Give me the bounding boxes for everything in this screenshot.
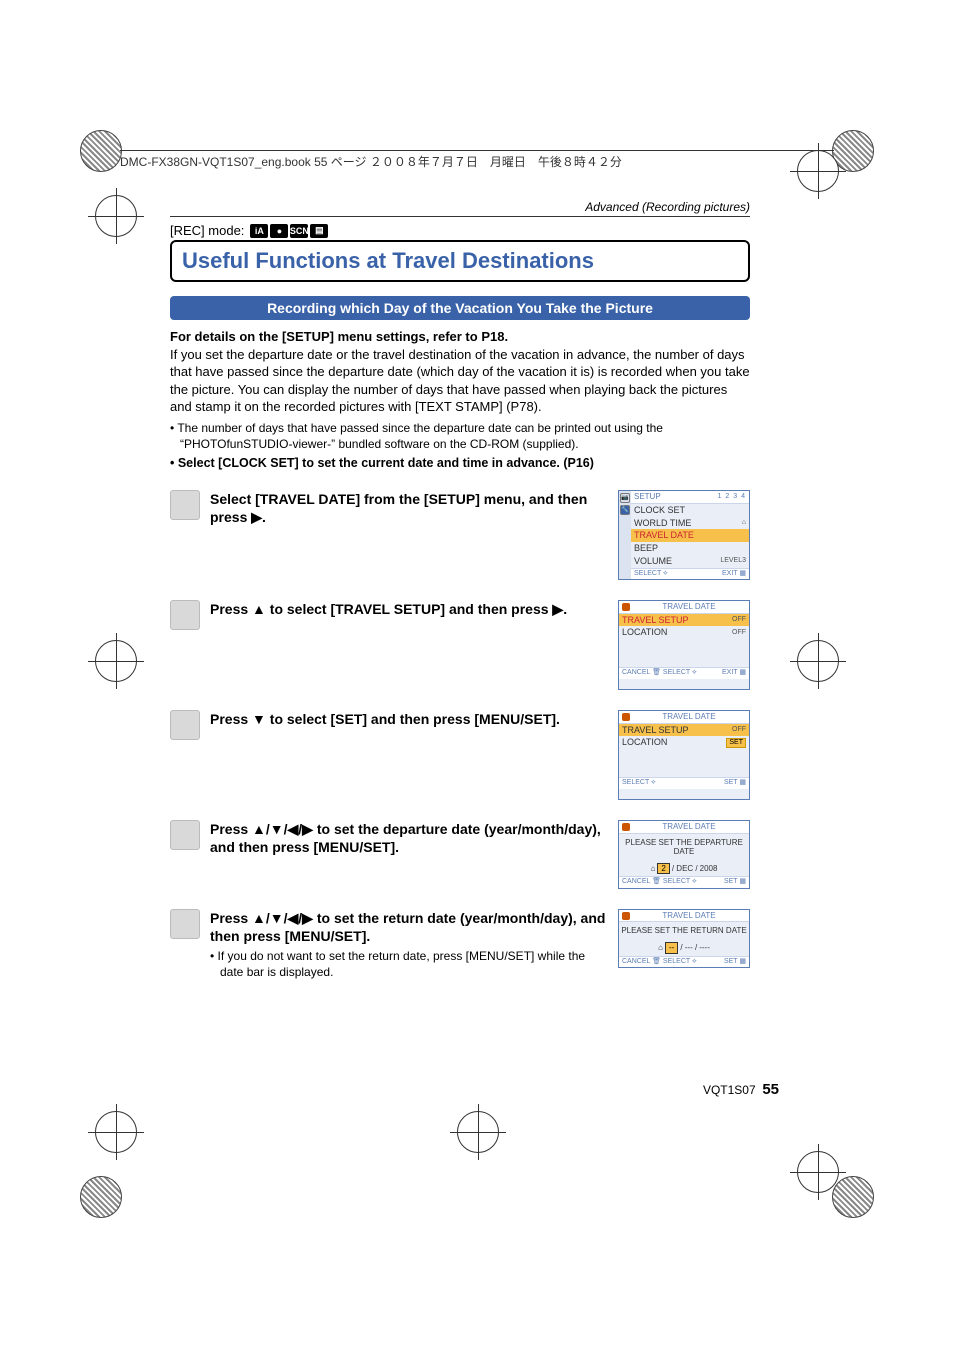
bullet-note: • The number of days that have passed si…: [170, 420, 750, 452]
ss-row-label: TRAVEL SETUP: [622, 615, 689, 626]
page-title: Useful Functions at Travel Destinations: [170, 240, 750, 282]
step-text: Press ▲ to select [TRAVEL SETUP] and the…: [210, 600, 608, 618]
date-year: ----: [699, 943, 710, 953]
step-text: Press ▲/▼/◀/▶ to set the return date (ye…: [210, 909, 608, 981]
ss-row-label: LOCATION: [622, 737, 667, 748]
footer-code: VQT1S07: [703, 1083, 756, 1097]
crop-mark-icon: [80, 130, 122, 172]
mode-icon: ▤: [310, 224, 328, 238]
step-3: Press ▼ to select [SET] and then press […: [170, 710, 750, 800]
mode-icon: ●: [270, 224, 288, 238]
ss-row-label: BEEP: [634, 543, 658, 554]
ss-foot-left: CANCEL 🗑 SELECT ⟡: [622, 669, 697, 677]
ss-message: PLEASE SET THE DEPARTURE DATE: [619, 834, 749, 861]
date-day: --: [665, 942, 678, 954]
sub-heading-bar: Recording which Day of the Vacation You …: [170, 296, 750, 320]
ss-row-label: LOCATION: [622, 627, 667, 638]
date-month: / --- /: [680, 943, 697, 953]
book-header: DMC-FX38GN-VQT1S07_eng.book 55 ページ ２００８年…: [120, 150, 834, 170]
setup-menu-screenshot: 📷 🔧 SETUP 1 2 3 4 CLOCK SET WORLD TIME⌂ …: [618, 490, 750, 580]
ss-title: TRAVEL DATE: [662, 602, 715, 612]
registration-target-icon: [95, 195, 137, 237]
page-footer: VQT1S07 55: [703, 1081, 779, 1098]
step-number-box: [170, 490, 200, 520]
ss-row-right: LEVEL3: [720, 557, 746, 565]
ss-foot-left: CANCEL 🗑 SELECT ⟡: [622, 878, 697, 886]
ss-title: SETUP: [634, 492, 661, 502]
ss-row-label: CLOCK SET: [634, 505, 685, 516]
ss-row-tag: SET: [726, 738, 746, 748]
registration-target-icon: [797, 640, 839, 682]
date-year: 2008: [700, 864, 718, 874]
ss-row-label: VOLUME: [634, 556, 672, 567]
tab-icon: 📷: [620, 493, 630, 503]
travel-date-menu-screenshot: TRAVEL DATE TRAVEL SETUPOFF LOCATIONOFF …: [618, 600, 750, 690]
date-day: 2: [657, 863, 669, 875]
home-icon: ⌂: [658, 943, 663, 953]
ss-foot-left: SELECT ⟡: [622, 779, 656, 787]
ss-row-label: WORLD TIME: [634, 518, 691, 529]
mode-icons: iA ● SCN ▤: [250, 224, 328, 238]
travel-icon: [622, 912, 630, 920]
intro-body: If you set the departure date or the tra…: [170, 347, 750, 415]
mode-icon: iA: [250, 224, 268, 238]
ss-foot-left: CANCEL 🗑 SELECT ⟡: [622, 958, 697, 966]
departure-date-screenshot: TRAVEL DATE PLEASE SET THE DEPARTURE DAT…: [618, 820, 750, 889]
ss-title: TRAVEL DATE: [662, 911, 715, 921]
step-1: Select [TRAVEL DATE] from the [SETUP] me…: [170, 490, 750, 580]
ss-tabs: 1 2 3 4: [718, 493, 746, 501]
date-month: / DEC /: [672, 864, 698, 874]
registration-target-icon: [797, 1151, 839, 1193]
section-label: Advanced (Recording pictures): [170, 200, 750, 217]
step-note: • If you do not want to set the return d…: [210, 949, 608, 980]
registration-target-icon: [457, 1111, 499, 1153]
ss-row-right: OFF: [732, 726, 746, 734]
step-text: Press ▼ to select [SET] and then press […: [210, 710, 608, 728]
home-icon: ⌂: [651, 864, 656, 874]
step-number-box: [170, 820, 200, 850]
ss-foot-right: EXIT ▦: [722, 669, 746, 677]
page-content: Advanced (Recording pictures) [REC] mode…: [170, 200, 750, 980]
ss-row-label: TRAVEL DATE: [634, 530, 694, 541]
ss-title: TRAVEL DATE: [662, 822, 715, 832]
step-text-main: Press ▲/▼/◀/▶ to set the return date (ye…: [210, 910, 605, 944]
ss-foot-right: SET ▦: [724, 958, 746, 966]
ss-row-right: ⌂: [742, 519, 746, 527]
tab-icon: 🔧: [620, 505, 630, 515]
ss-row-right: OFF: [732, 616, 746, 624]
return-date-screenshot: TRAVEL DATE PLEASE SET THE RETURN DATE ⌂…: [618, 909, 750, 968]
travel-icon: [622, 823, 630, 831]
ss-foot-left: SELECT ⟡: [634, 570, 668, 578]
registration-target-icon: [95, 1111, 137, 1153]
registration-target-icon: [95, 640, 137, 682]
footer-page-number: 55: [762, 1081, 779, 1098]
ss-title: TRAVEL DATE: [662, 712, 715, 722]
step-4: Press ▲/▼/◀/▶ to set the departure date …: [170, 820, 750, 889]
travel-icon: [622, 603, 630, 611]
step-2: Press ▲ to select [TRAVEL SETUP] and the…: [170, 600, 750, 690]
step-number-box: [170, 600, 200, 630]
intro-text: For details on the [SETUP] menu settings…: [170, 328, 750, 416]
ss-message: PLEASE SET THE RETURN DATE: [619, 922, 749, 940]
bullet-note-strong: • Select [CLOCK SET] to set the current …: [170, 456, 750, 470]
rec-mode-line: [REC] mode: iA ● SCN ▤: [170, 223, 750, 238]
ss-row-right: OFF: [732, 629, 746, 637]
mode-icon: SCN: [290, 224, 308, 238]
step-text: Select [TRAVEL DATE] from the [SETUP] me…: [210, 490, 608, 526]
travel-setup-set-screenshot: TRAVEL DATE TRAVEL SETUP OFF LOCATION SET …: [618, 710, 750, 800]
ss-foot-right: EXIT ▦: [722, 570, 746, 578]
step-number-box: [170, 909, 200, 939]
travel-icon: [622, 713, 630, 721]
ss-row-label: TRAVEL SETUP: [622, 725, 689, 736]
step-5: Press ▲/▼/◀/▶ to set the return date (ye…: [170, 909, 750, 981]
step-text: Press ▲/▼/◀/▶ to set the departure date …: [210, 820, 608, 856]
step-number-box: [170, 710, 200, 740]
ss-foot-right: SET ▦: [724, 779, 746, 787]
crop-mark-icon: [80, 1176, 122, 1218]
intro-bold: For details on the [SETUP] menu settings…: [170, 329, 508, 344]
crop-mark-icon: [832, 1176, 874, 1218]
rec-mode-label: [REC] mode:: [170, 223, 244, 238]
ss-foot-right: SET ▦: [724, 878, 746, 886]
